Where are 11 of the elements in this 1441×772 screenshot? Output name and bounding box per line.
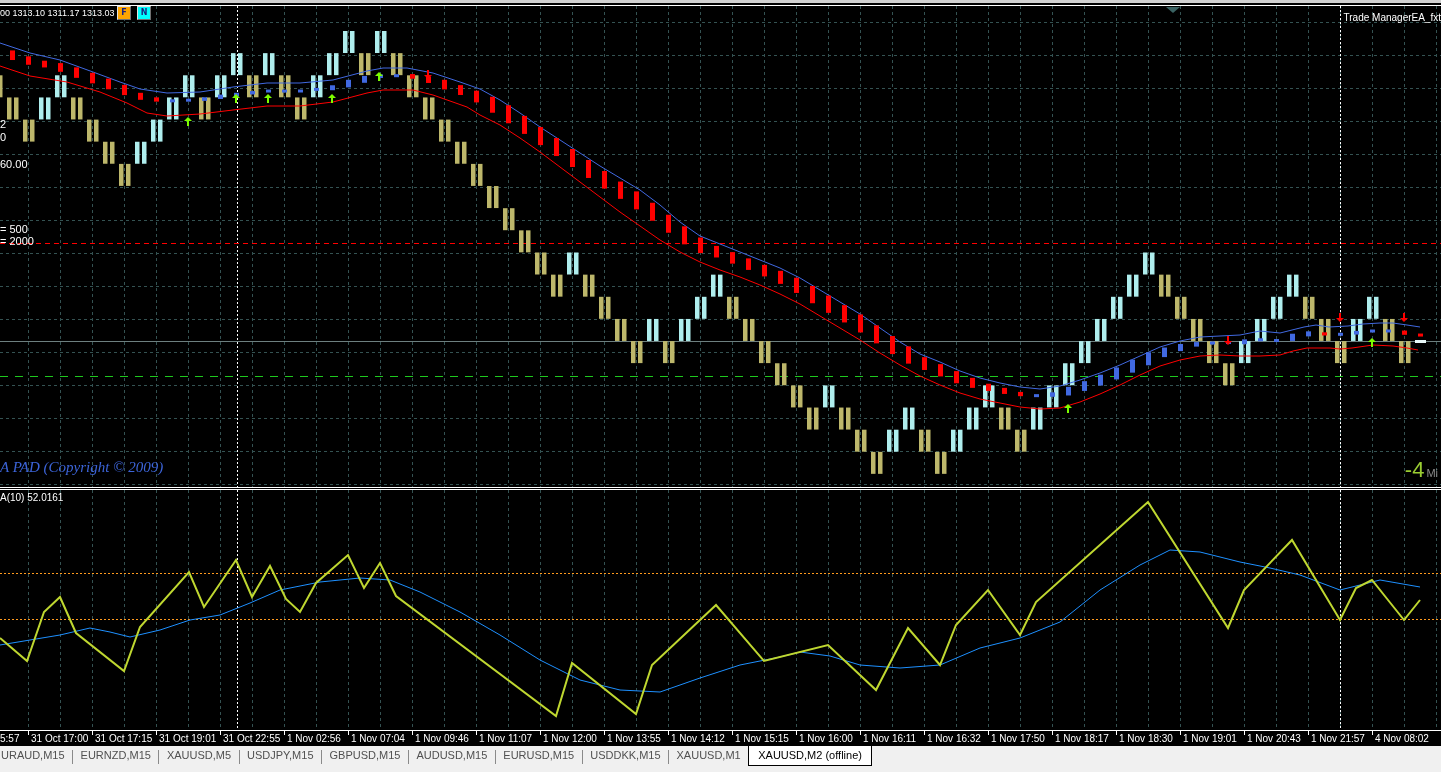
symbol-tab[interactable]: EURUSD,M15 bbox=[495, 746, 582, 766]
symbol-tab[interactable]: URAUD,M15 bbox=[0, 746, 73, 766]
symbol-tab[interactable]: GBPUSD,M15 bbox=[322, 746, 408, 766]
symbol-tab[interactable]: USDJPY,M15 bbox=[239, 746, 321, 766]
symbol-tab[interactable]: AUDUSD,M15 bbox=[408, 746, 495, 766]
symbol-tab[interactable]: USDDKK,M15 bbox=[582, 746, 669, 766]
time-axis-label: 5:57 bbox=[0, 732, 21, 746]
symbol-tab[interactable]: XAUUSD,M5 bbox=[159, 746, 239, 766]
symbol-tab[interactable]: XAUUSD,M2 (offline) bbox=[748, 746, 872, 766]
symbol-tab[interactable]: EURNZD,M15 bbox=[73, 746, 159, 766]
symbol-tab[interactable]: XAUUSD,M1 bbox=[669, 746, 749, 766]
